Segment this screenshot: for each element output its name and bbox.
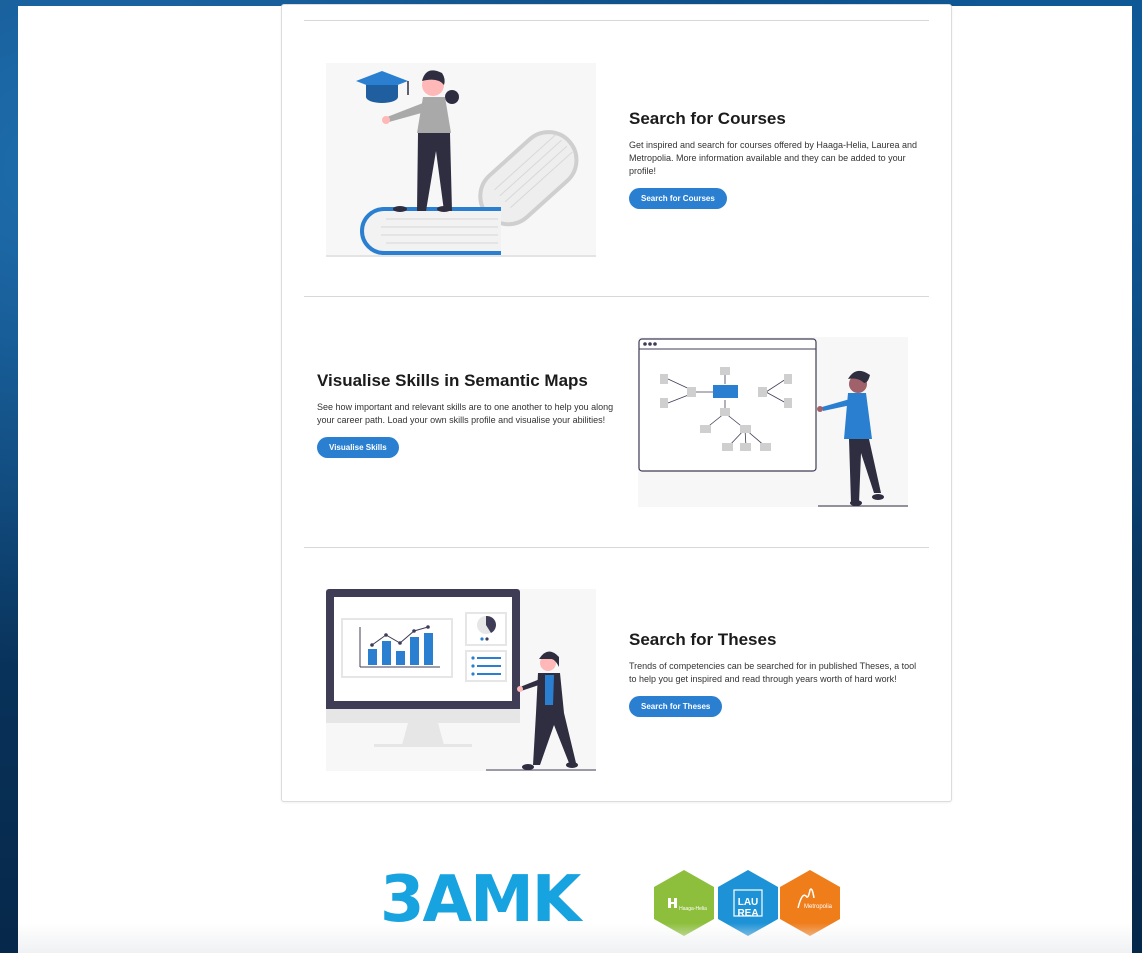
- page-body: Search for Courses Get inspired and sear…: [18, 4, 1132, 953]
- section-theses: Search for Theses Trends of competencies…: [282, 548, 951, 798]
- theses-illustration: [326, 589, 596, 771]
- section-description: See how important and relevant skills ar…: [317, 402, 614, 425]
- search-theses-button[interactable]: Search for Theses: [629, 696, 723, 717]
- section-title: Search for Courses: [629, 109, 786, 128]
- skills-illustration: [638, 337, 908, 507]
- section-skills: Visualise Skills in Semantic Maps See ho…: [282, 297, 951, 547]
- search-courses-button[interactable]: Search for Courses: [629, 188, 727, 209]
- theses-text: Search for Theses Trends of competencies…: [629, 630, 919, 717]
- haaga-helia-label: Haaga-Helia: [679, 906, 707, 912]
- metropolia-label: Metropolia: [803, 904, 832, 910]
- section-courses: Search for Courses Get inspired and sear…: [282, 5, 951, 295]
- laurea-label: LAU REA: [734, 897, 762, 919]
- courses-illustration: [326, 63, 596, 257]
- skills-text: Visualise Skills in Semantic Maps See ho…: [317, 371, 617, 458]
- section-title: Search for Theses: [629, 630, 777, 649]
- section-description: Trends of competencies can be searched f…: [629, 661, 917, 684]
- page-bottom-fade: [18, 923, 1132, 953]
- section-title: Visualise Skills in Semantic Maps: [317, 371, 588, 390]
- laurea-label-line1: LAU: [737, 897, 759, 908]
- features-card: Search for Courses Get inspired and sear…: [281, 4, 952, 802]
- section-description: Get inspired and search for courses offe…: [629, 140, 918, 176]
- courses-text: Search for Courses Get inspired and sear…: [629, 109, 919, 209]
- laurea-label-line2: REA: [737, 908, 759, 919]
- visualise-skills-button[interactable]: Visualise Skills: [317, 437, 399, 458]
